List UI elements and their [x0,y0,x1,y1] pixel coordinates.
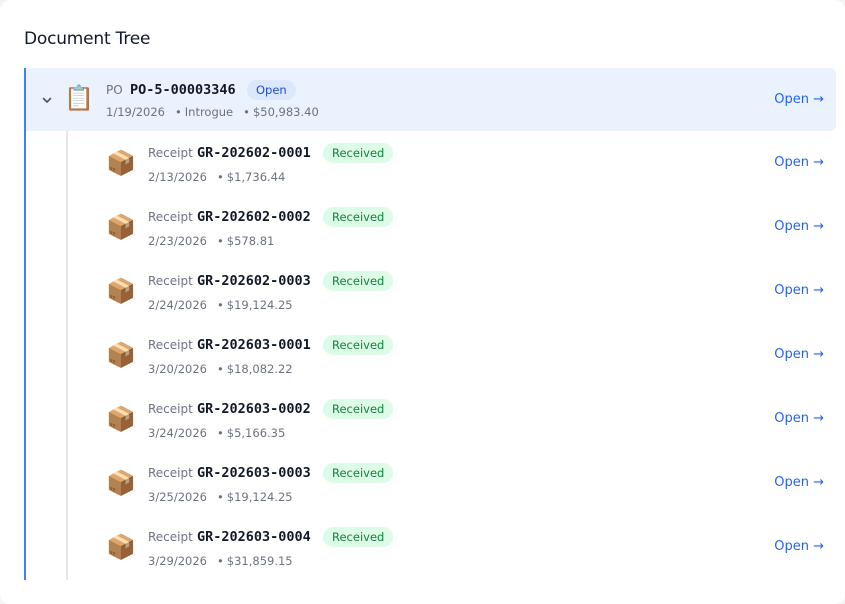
doc-meta: 2/23/2026 • $578.81 [148,234,275,248]
doc-date: 3/25/2026 [148,490,207,504]
clipboard-icon: 📋 [64,84,94,112]
panel-title: Document Tree [24,29,151,49]
doc-type-label: Receipt [148,210,193,224]
open-link[interactable]: Open → [774,155,824,170]
doc-type-label: Receipt [148,530,193,544]
doc-meta: 3/20/2026 • $18,082.22 [148,362,293,376]
open-link[interactable]: Open → [774,411,824,426]
doc-number: GR-202603-0001 [197,337,311,353]
doc-vendor: Introgue [184,105,234,119]
package-icon: 📦 [106,341,136,369]
doc-date: 2/13/2026 [148,170,207,184]
package-icon: 📦 [106,277,136,305]
doc-date: 1/19/2026 [106,105,165,119]
tree-node-receipt[interactable]: 📦 Receipt GR-202602-0001 Received 2/13/2026 •… [68,131,836,195]
package-icon: 📦 [106,405,136,433]
doc-type-label: PO [106,83,123,97]
doc-date: 3/24/2026 [148,426,207,440]
doc-meta: 3/25/2026 • $19,124.25 [148,490,293,504]
status-badge: Received [323,527,394,547]
doc-amount: $19,124.25 [226,490,293,504]
status-badge: Received [323,335,394,355]
doc-number: GR-202602-0003 [197,273,311,289]
status-badge: Received [323,143,394,163]
tree-node-receipt[interactable]: 📦 Receipt GR-202602-0003 Received 2/24/2026 •… [68,259,836,323]
open-link[interactable]: Open → [774,92,824,107]
tree-node-receipt[interactable]: 📦 Receipt GR-202603-0003 Received 3/25/2026 •… [68,451,836,515]
doc-amount: $1,736.44 [226,170,286,184]
package-icon: 📦 [106,469,136,497]
doc-amount: $31,859.15 [226,554,293,568]
doc-number: GR-202602-0001 [197,145,311,161]
doc-number: GR-202603-0002 [197,401,311,417]
tree-node-receipt[interactable]: 📦 Receipt GR-202603-0004 Received 3/29/2026 •… [68,515,836,579]
package-icon: 📦 [106,149,136,177]
doc-amount: $50,983.40 [252,105,319,119]
document-tree-panel: Document Tree 📋 PO PO-5-00003346 Open 1/… [0,0,845,604]
doc-number: PO-5-00003346 [130,82,236,98]
status-badge: Received [323,463,394,483]
doc-type-label: Receipt [148,402,193,416]
doc-type-label: Receipt [148,274,193,288]
doc-date: 3/29/2026 [148,554,207,568]
doc-number: GR-202602-0002 [197,209,311,225]
doc-meta: 2/13/2026 • $1,736.44 [148,170,286,184]
doc-amount: $18,082.22 [226,362,293,376]
doc-type-label: Receipt [148,146,193,160]
child-documents: 📦 Receipt GR-202602-0001 Received 2/13/2026 •… [66,131,836,580]
doc-meta: 1/19/2026 • Introgue • $50,983.40 [106,105,319,119]
doc-date: 2/23/2026 [148,234,207,248]
doc-type-label: Receipt [148,466,193,480]
doc-date: 2/24/2026 [148,298,207,312]
doc-amount: $5,166.35 [226,426,286,440]
open-link[interactable]: Open → [774,539,824,554]
open-link[interactable]: Open → [774,219,824,234]
tree-node-receipt[interactable]: 📦 Receipt GR-202603-0001 Received 3/20/2026 •… [68,323,836,387]
tree-node-po[interactable]: 📋 PO PO-5-00003346 Open 1/19/2026 • Introg… [26,68,836,131]
tree-node-receipt[interactable]: 📦 Receipt GR-202603-0002 Received 3/24/2026 •… [68,387,836,451]
doc-meta: 2/24/2026 • $19,124.25 [148,298,293,312]
open-link[interactable]: Open → [774,347,824,362]
document-tree: 📋 PO PO-5-00003346 Open 1/19/2026 • Introg… [24,68,836,580]
status-badge: Received [323,399,394,419]
status-badge: Open [247,80,296,100]
doc-meta: 3/24/2026 • $5,166.35 [148,426,286,440]
status-badge: Received [323,271,394,291]
doc-type-label: Receipt [148,338,193,352]
doc-number: GR-202603-0003 [197,465,311,481]
package-icon: 📦 [106,533,136,561]
doc-date: 3/20/2026 [148,362,207,376]
open-link[interactable]: Open → [774,475,824,490]
status-badge: Received [323,207,394,227]
package-icon: 📦 [106,213,136,241]
doc-number: GR-202603-0004 [197,529,311,545]
doc-amount: $19,124.25 [226,298,293,312]
doc-amount: $578.81 [226,234,275,248]
doc-meta: 3/29/2026 • $31,859.15 [148,554,293,568]
chevron-down-icon[interactable] [40,93,54,107]
tree-node-receipt[interactable]: 📦 Receipt GR-202602-0002 Received 2/23/2026 •… [68,195,836,259]
open-link[interactable]: Open → [774,283,824,298]
